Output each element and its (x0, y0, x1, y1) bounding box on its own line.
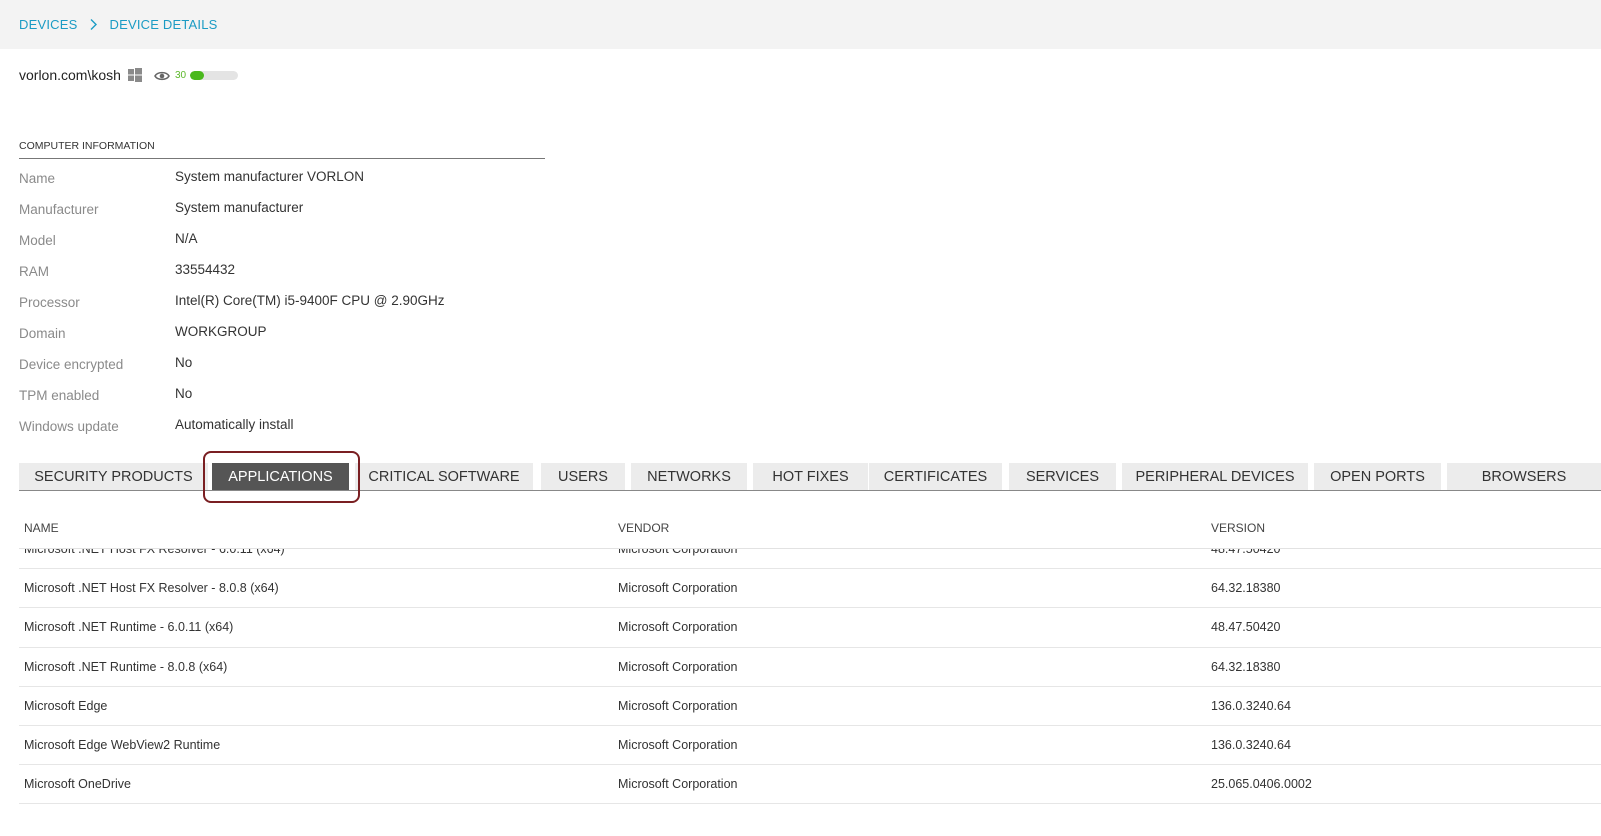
device-name: vorlon.com\kosh (19, 67, 121, 83)
info-row: Device encrypted No (19, 353, 619, 384)
tab-security-products[interactable]: SECURITY PRODUCTS (19, 463, 208, 490)
cell-name: Microsoft OneDrive (24, 777, 131, 792)
table-row[interactable]: Microsoft OneDrive Microsoft Corporation 2… (19, 765, 1601, 805)
info-label: Windows update (19, 419, 119, 434)
risk-score-bar (190, 70, 239, 80)
info-label: TPM enabled (19, 388, 100, 403)
table-row[interactable]: Microsoft Edge Microsoft Corporation 136.0… (19, 687, 1601, 726)
info-value: Automatically install (175, 417, 294, 432)
tab-open-ports[interactable]: OPEN PORTS (1314, 463, 1441, 490)
info-value: WORKGROUP (175, 324, 267, 339)
cell-name: Microsoft Edge WebView2 Runtime (24, 737, 221, 752)
table-row[interactable]: Microsoft Edge WebView2 Runtime Microsoft… (19, 726, 1601, 766)
table-row[interactable]: Microsoft .NET Host FX Resolver - 6.0.11… (19, 549, 1601, 570)
tab-networks[interactable]: NETWORKS (631, 463, 747, 490)
cell-version: 64.32.18380 (1211, 659, 1281, 674)
info-row: RAM 33554432 (19, 260, 619, 291)
table-rows: Microsoft .NET Host FX Resolver - 6.0.11… (19, 549, 1601, 805)
table-row[interactable]: Microsoft .NET Host FX Resolver - 8.0.8 … (19, 569, 1601, 609)
detail-tabs: SECURITY PRODUCTS APPLICATIONS CRITICAL SO… (19, 460, 1601, 491)
applications-table: NAME VENDOR VERSION Microsoft .NET Host … (19, 512, 1601, 805)
tab-users[interactable]: USERS (541, 463, 625, 490)
device-header: vorlon.com\kosh 30 (19, 64, 239, 86)
table-body[interactable]: Microsoft .NET Host FX Resolver - 6.0.11… (19, 549, 1601, 836)
info-value: Intel(R) Core(TM) i5-9400F CPU @ 2.90GHz (175, 293, 445, 308)
cell-name: Microsoft .NET Runtime - 8.0.8 (x64) (24, 659, 228, 674)
info-row: Name System manufacturer VORLON (19, 167, 619, 198)
tab-critical-software[interactable]: CRITICAL SOFTWARE (355, 463, 533, 490)
column-header-name[interactable]: NAME (24, 521, 59, 535)
cell-version: 48.47.50420 (1211, 620, 1281, 635)
cell-name: Microsoft .NET Host FX Resolver - 8.0.8 … (24, 581, 279, 596)
cell-name: Microsoft Edge (24, 698, 108, 713)
tab-applications[interactable]: APPLICATIONS (212, 463, 349, 490)
tab-services[interactable]: SERVICES (1009, 463, 1116, 490)
column-header-version[interactable]: VERSION (1211, 521, 1265, 535)
info-value: No (175, 386, 193, 401)
info-value: N/A (175, 231, 198, 246)
info-label: Domain (19, 326, 66, 341)
table-row[interactable]: Microsoft .NET Runtime - 8.0.8 (x64) Micr… (19, 648, 1601, 687)
computer-information-title: COMPUTER INFORMATION (19, 140, 545, 159)
tab-peripheral-devices[interactable]: PERIPHERAL DEVICES (1122, 463, 1308, 490)
windows-icon (127, 68, 142, 82)
info-label: Model (19, 233, 56, 248)
info-label: Processor (19, 295, 80, 310)
info-value: No (175, 355, 193, 370)
risk-score-value: 30 (174, 69, 187, 81)
computer-information-table: Name System manufacturer VORLON Manufactur… (19, 167, 619, 446)
cell-vendor: Microsoft Corporation (618, 620, 738, 635)
tab-certificates[interactable]: CERTIFICATES (869, 463, 1002, 490)
info-row: Windows update Automatically install (19, 415, 619, 446)
column-header-vendor[interactable]: VENDOR (618, 521, 669, 535)
cell-name: Microsoft .NET Host FX Resolver - 6.0.11… (24, 549, 285, 556)
table-header: NAME VENDOR VERSION (19, 512, 1601, 549)
cell-vendor: Microsoft Corporation (618, 581, 738, 596)
info-label: Manufacturer (19, 202, 99, 217)
info-label: RAM (19, 264, 49, 279)
info-label: Name (19, 171, 56, 186)
info-value: 33554432 (175, 262, 236, 277)
breadcrumb: DEVICES DEVICE DETAILS (0, 0, 1601, 49)
tab-browsers[interactable]: BROWSERS (1447, 463, 1601, 490)
chevron-right-icon (89, 18, 98, 31)
cell-version: 136.0.3240.64 (1211, 737, 1291, 752)
cell-vendor: Microsoft Corporation (618, 737, 738, 752)
cell-vendor: Microsoft Corporation (618, 659, 738, 674)
cell-vendor: Microsoft Corporation (618, 698, 738, 713)
cell-name: Microsoft .NET Runtime - 6.0.11 (x64) (24, 620, 234, 635)
tab-hot-fixes[interactable]: HOT FIXES (753, 463, 868, 490)
cell-version: 48.47.50420 (1211, 549, 1281, 556)
info-value: System manufacturer (175, 200, 304, 215)
risk-score-fill (190, 70, 205, 80)
info-row: TPM enabled No (19, 384, 619, 415)
info-value: System manufacturer VORLON (175, 169, 365, 184)
table-row[interactable]: Microsoft .NET Runtime - 6.0.11 (x64) Mic… (19, 608, 1601, 648)
cell-version: 25.065.0406.0002 (1211, 777, 1312, 792)
eye-icon[interactable] (154, 69, 170, 81)
cell-vendor: Microsoft Corporation (618, 777, 738, 792)
info-label: Device encrypted (19, 357, 124, 372)
info-row: Manufacturer System manufacturer (19, 198, 619, 229)
breadcrumb-devices-link[interactable]: DEVICES (19, 17, 77, 32)
cell-version: 136.0.3240.64 (1211, 698, 1291, 713)
info-row: Model N/A (19, 229, 619, 260)
breadcrumb-device-details-link[interactable]: DEVICE DETAILS (109, 17, 217, 32)
cell-vendor: Microsoft Corporation (618, 549, 738, 556)
cell-version: 64.32.18380 (1211, 581, 1281, 596)
info-row: Processor Intel(R) Core(TM) i5-9400F CPU … (19, 291, 619, 322)
info-row: Domain WORKGROUP (19, 322, 619, 353)
